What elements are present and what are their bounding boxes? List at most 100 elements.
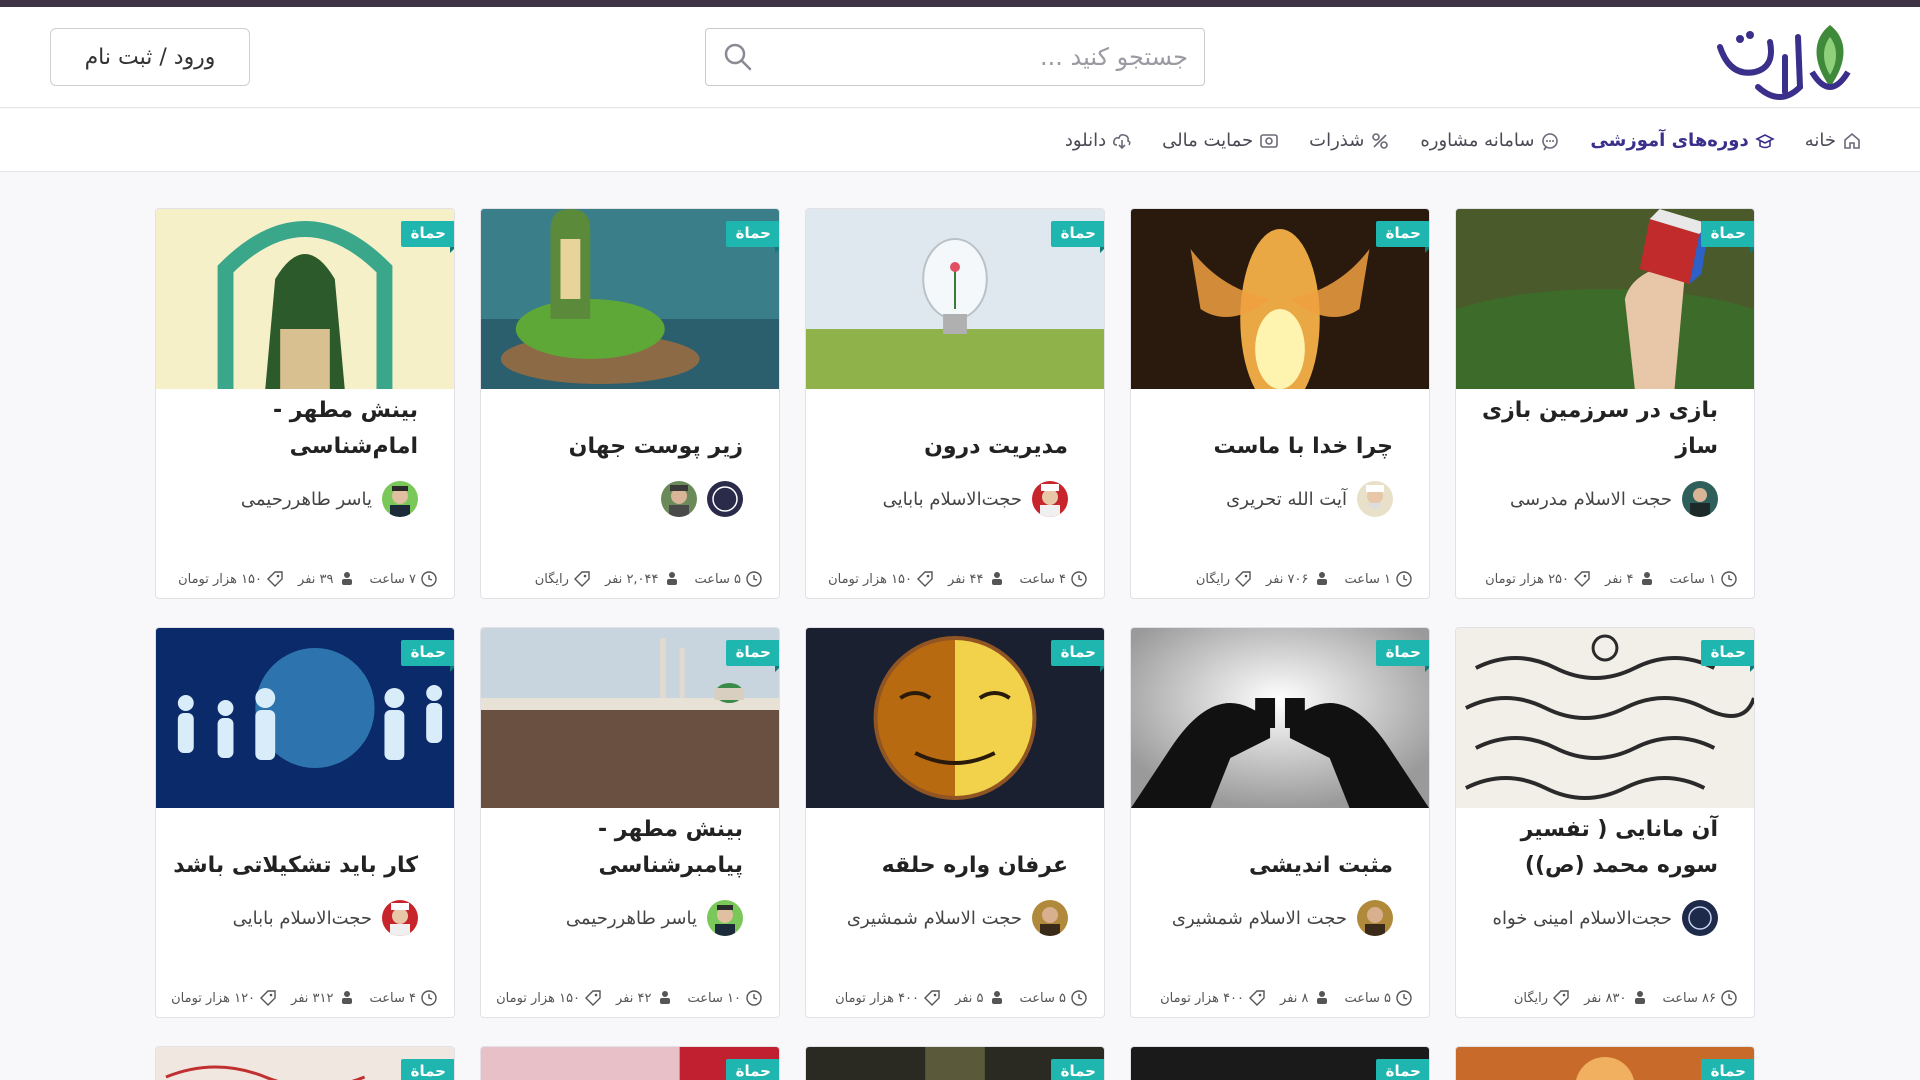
course-thumbnail[interactable]: حماة [481,1047,779,1080]
course-badge: حماة [1700,221,1754,253]
course-card[interactable]: حماة مثبت اندیشی حجت الاسلام شمشیری ۵ سا… [1130,627,1430,1018]
course-card[interactable]: حماة زیر پوست جهان ۵ ساعت ۲,۰۴۴ نفر رایگ… [480,208,780,599]
clock-icon [1721,990,1737,1006]
avatar [1032,900,1068,936]
course-card[interactable]: حماة [480,1046,780,1080]
course-thumbnail[interactable]: حماة [1456,628,1754,808]
course-badge: حماة [725,640,779,672]
author-name: حجت‌الاسلام بابایی [232,907,372,929]
course-thumbnail[interactable]: حماة [1131,628,1429,808]
course-duration: ۱ ساعت [1344,571,1392,587]
course-card[interactable]: حماة عرفان واره حلقه حجت الاسلام شمشیری … [805,627,1105,1018]
top-strip [0,0,1920,7]
course-badge: حماة [400,1059,454,1080]
course-author[interactable]: حجت الاسلام مدرسی [1456,479,1754,519]
price-tag-icon [917,571,933,587]
course-card[interactable]: حماة [1130,1046,1430,1080]
nav-item-notes[interactable]: شذرات [1309,130,1390,151]
course-duration: ۷ ساعت [369,571,417,587]
nav-item-courses[interactable]: دوره‌های آموزشی [1590,130,1775,151]
course-title[interactable]: مثبت اندیشی [1131,808,1429,884]
course-card[interactable]: حماة بازی در سرزمین بازی ساز حجت الاسلام… [1455,208,1755,599]
course-thumbnail[interactable]: حماة [481,628,779,808]
course-thumbnail[interactable]: حماة [156,628,454,808]
avatar [382,900,418,936]
price-tag-icon [573,571,590,587]
course-title[interactable]: بازی در سرزمین بازی ساز [1456,389,1754,465]
course-title[interactable]: آن مانایی ( تفسیر سوره محمد (ص)) [1456,808,1754,884]
course-thumbnail[interactable]: حماة [806,628,1104,808]
user-icon [1316,572,1327,585]
course-students: ۵ نفر [955,990,984,1006]
course-author[interactable]: آیت الله تحریری [1131,479,1429,519]
search-box[interactable] [705,28,1205,86]
main-nav: خانه دوره‌های آموزشی سامانه مشاوره شذرات… [0,109,1920,172]
nav-item-download[interactable]: دانلود [1065,130,1132,151]
nav-item-home[interactable]: خانه [1805,130,1862,151]
course-title[interactable]: بینش مطهر - پیامبرشناسی [481,808,779,884]
course-card[interactable]: حماة مدیریت درون حجت‌الاسلام بابایی ۴ سا… [805,208,1105,599]
course-meta: ۱ ساعت ۷۰۶ نفر رایگان [1131,570,1429,588]
course-meta: ۷ ساعت ۳۹ نفر ۱۵۰ هزار تومان [156,570,454,588]
course-author[interactable]: حجت‌الاسلام بابایی [806,479,1104,519]
author-name: حجت‌الاسلام امینی خواه [1492,907,1672,929]
course-title[interactable]: بینش مطهر - امام‌شناسی [156,389,454,465]
course-title[interactable]: عرفان واره حلقه [806,808,1104,884]
course-meta: ۵ ساعت ۲,۰۴۴ نفر رایگان [481,570,779,588]
course-card[interactable]: حماة بینش مطهر - امام‌شناسی یاسر طاهررحی… [155,208,455,599]
nav-item-donate[interactable]: حمایت مالی [1162,130,1279,151]
course-duration: ۱ ساعت [1669,571,1717,587]
course-card[interactable]: حماة آن مانایی ( تفسیر سوره محمد (ص)) حج… [1455,627,1755,1018]
course-title[interactable]: مدیریت درون [806,389,1104,465]
course-meta: ۴ ساعت ۴۴ نفر ۱۵۰ هزار تومان [806,570,1104,588]
author-name: یاسر طاهررحیمی [565,907,697,929]
course-thumbnail[interactable]: حماة [1131,1047,1429,1080]
course-author[interactable]: یاسر طاهررحیمی [156,479,454,519]
course-thumbnail[interactable]: حماة [1131,209,1429,389]
course-card[interactable]: حماة کار باید تشکیلاتی باشد حجت‌الاسلام … [155,627,455,1018]
search-input[interactable] [758,43,1188,71]
user-icon [1641,572,1652,585]
nav-item-label: سامانه مشاوره [1420,130,1535,151]
home-icon [1844,132,1860,149]
course-duration: ۸۶ ساعت [1662,990,1716,1006]
course-thumbnail[interactable]: حماة [1456,209,1754,389]
course-card[interactable]: حماة [1455,1046,1755,1080]
course-card[interactable]: حماة [155,1046,455,1080]
nav-item-consult[interactable]: سامانه مشاوره [1420,130,1560,151]
course-card[interactable]: حماة [805,1046,1105,1080]
course-thumbnail[interactable]: حماة [1456,1047,1754,1080]
course-author[interactable]: حجت الاسلام شمشیری [1131,898,1429,938]
course-card[interactable]: حماة چرا خدا با ماست آیت الله تحریری ۱ س… [1130,208,1430,599]
course-author[interactable]: حجت‌الاسلام بابایی [156,898,454,938]
course-students: ۳۱۲ نفر [291,990,334,1006]
course-thumbnail[interactable]: حماة [481,209,779,389]
avatar [707,481,743,517]
course-thumbnail[interactable]: حماة [806,1047,1104,1080]
course-price: رایگان [534,571,569,587]
course-duration: ۵ ساعت [694,571,742,587]
course-title[interactable]: چرا خدا با ماست [1131,389,1429,465]
course-author[interactable]: یاسر طاهررحیمی [481,898,779,938]
login-register-button[interactable]: ورود / ثبت نام [50,28,250,86]
clock-icon [421,990,437,1006]
course-students: ۸ نفر [1280,990,1309,1006]
price-tag-icon [1249,990,1265,1006]
clock-icon [421,571,437,587]
course-thumbnail[interactable]: حماة [156,209,454,389]
nav-item-label: دانلود [1064,130,1107,151]
course-meta: ۵ ساعت ۸ نفر ۴۰۰ هزار تومان [1131,989,1429,1007]
search-icon[interactable] [722,41,754,73]
course-author[interactable]: حجت الاسلام شمشیری [806,898,1104,938]
course-author[interactable] [481,479,779,519]
course-thumbnail[interactable]: حماة [806,209,1104,389]
course-card[interactable]: حماة بینش مطهر - پیامبرشناسی یاسر طاهررح… [480,627,780,1018]
course-author[interactable]: حجت‌الاسلام امینی خواه [1456,898,1754,938]
course-thumbnail[interactable]: حماة [156,1047,454,1080]
course-title[interactable]: کار باید تشکیلاتی باشد [156,808,454,884]
course-title[interactable]: زیر پوست جهان [481,389,779,465]
course-badge: حماة [1050,1059,1104,1080]
site-logo[interactable] [1700,17,1860,107]
course-students: ۴ نفر [1605,571,1634,587]
course-price: ۱۵۰ هزار تومان [496,990,581,1006]
